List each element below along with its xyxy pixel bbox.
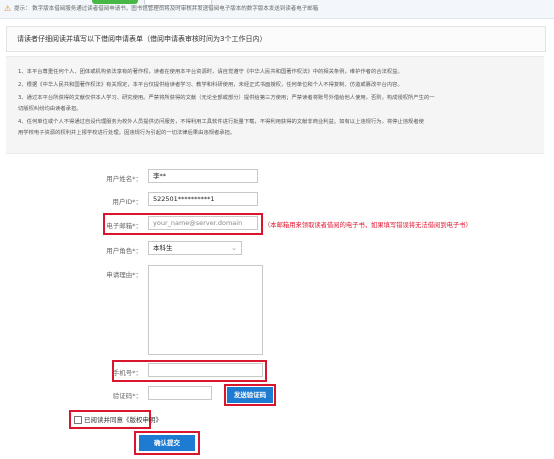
email-label: 电子邮箱*：	[106, 222, 142, 230]
form-title: 请读者仔细阅读并填写以下借阅申请表单（借阅申请表审核时间为3个工作日内）	[17, 35, 267, 43]
agree-checkbox[interactable]	[74, 416, 82, 424]
rule-item: 2、根据《中华人民共和国著作权法》有关规定，本平台仅提供给读者学习、教学和科研使…	[18, 82, 403, 88]
submit-button[interactable]: 确认提交	[139, 435, 195, 451]
phone-field[interactable]	[148, 363, 263, 377]
rule-item: 用学校电子资源的权利并上报学校进行处理，因违规行为引起的一切法律后果由违规者承担…	[18, 130, 236, 136]
user-id-field[interactable]: 522501**********1	[148, 192, 258, 206]
rule-item: 3、通过本平台所获得的文献仅供本人学习、研究使用。严禁将所获得的文献（无论全部或…	[18, 95, 435, 101]
id-label: 用户ID*：	[112, 198, 142, 206]
email-hint: （本邮箱用来领取读者借阅的电子书，如果填写错误将无法借阅到电子书）	[264, 222, 472, 229]
email-field[interactable]: your_name@server.domain	[148, 216, 258, 230]
role-value: 本科生	[153, 244, 173, 252]
reason-textarea[interactable]	[148, 265, 263, 355]
code-label: 验证码*：	[112, 392, 142, 400]
role-label: 用户角色*：	[106, 247, 142, 255]
rules-panel: 1、本平台尊重任何个人、团体或机构依法享有的著作权，读者在使用本平台资源时，请自…	[6, 56, 544, 154]
reason-label: 申请理由*：	[106, 271, 142, 279]
agree-label[interactable]: 已阅读并同意《版权申明》	[84, 414, 162, 424]
rule-item: 1、本平台尊重任何个人、团体或机构依法享有的著作权，读者在使用本平台资源时，请自…	[18, 69, 403, 75]
role-select[interactable]: 本科生 ⌄	[148, 241, 242, 255]
rule-item: 4、任何单位或个人不得通过自设代理服务为校外人员提供访问服务，不得利用工具软件进…	[18, 119, 424, 125]
warning-icon: ⚠	[4, 4, 12, 13]
form-title-bar: 请读者仔细阅读并填写以下借阅申请表单（借阅申请表审核时间为3个工作日内）	[6, 26, 546, 52]
rule-item: 切版权纠纷均由读者承担。	[18, 106, 82, 112]
chevron-down-icon: ⌄	[231, 244, 237, 252]
notice-bar: ⚠ 提示： 数字版本借阅服务通过读者借阅申请书，图书馆管理员将及时审核并发送借阅…	[0, 0, 554, 19]
notice-text: 提示： 数字版本借阅服务通过读者借阅申请书，图书馆管理员将及时审核并发送借阅电子…	[14, 6, 319, 12]
name-label: 用户姓名*：	[106, 175, 142, 183]
notice-tab-green[interactable]	[92, 0, 138, 4]
send-code-button[interactable]: 发送验证码	[227, 387, 273, 403]
name-field[interactable]: 李**	[148, 169, 258, 183]
phone-label: 手机号*：	[112, 369, 142, 377]
verification-code-field[interactable]	[148, 386, 212, 400]
